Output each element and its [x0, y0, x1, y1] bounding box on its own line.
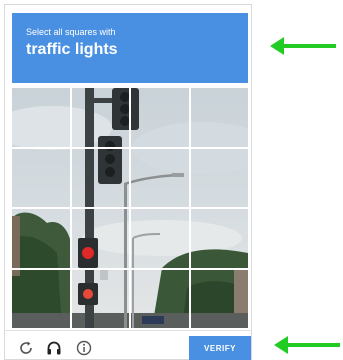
arrow-left-icon: [274, 336, 340, 354]
grid-tile-r1-c2[interactable]: [72, 88, 130, 147]
grid-tile-r2-c3[interactable]: [131, 149, 189, 208]
grid-divider: [12, 267, 248, 270]
image-grid: [12, 88, 248, 328]
info-icon[interactable]: [74, 338, 94, 358]
target-object: traffic lights: [26, 41, 118, 58]
reload-icon[interactable]: [16, 338, 36, 358]
instruction-text: Select all squares with: [26, 27, 116, 37]
challenge-header: Select all squares with traffic lights: [12, 13, 248, 83]
grid-tile-r1-c4[interactable]: [191, 88, 249, 147]
grid-tile-r2-c2[interactable]: [72, 149, 130, 208]
grid-tile-r4-c3[interactable]: [131, 270, 189, 329]
grid-tile-r2-c4[interactable]: [191, 149, 249, 208]
grid-tile-r4-c1[interactable]: [12, 270, 70, 329]
arrow-left-icon: [270, 37, 336, 55]
verify-button[interactable]: VERIFY: [189, 336, 251, 360]
grid-divider: [12, 146, 248, 149]
grid-tile-r4-c2[interactable]: [72, 270, 130, 329]
grid-divider: [12, 207, 248, 209]
grid-tile-r2-c1[interactable]: [12, 149, 70, 208]
grid-tile-r3-c1[interactable]: [12, 209, 70, 268]
captcha-footer: VERIFY: [4, 330, 252, 360]
headphones-icon[interactable]: [44, 338, 64, 358]
grid-tile-r4-c4[interactable]: [191, 270, 249, 329]
grid-tile-r3-c4[interactable]: [191, 209, 249, 268]
grid-tile-r3-c2[interactable]: [72, 209, 130, 268]
grid-tile-r3-c3[interactable]: [131, 209, 189, 268]
grid-tile-r1-c1[interactable]: [12, 88, 70, 147]
grid-tile-r1-c3[interactable]: [131, 88, 189, 147]
